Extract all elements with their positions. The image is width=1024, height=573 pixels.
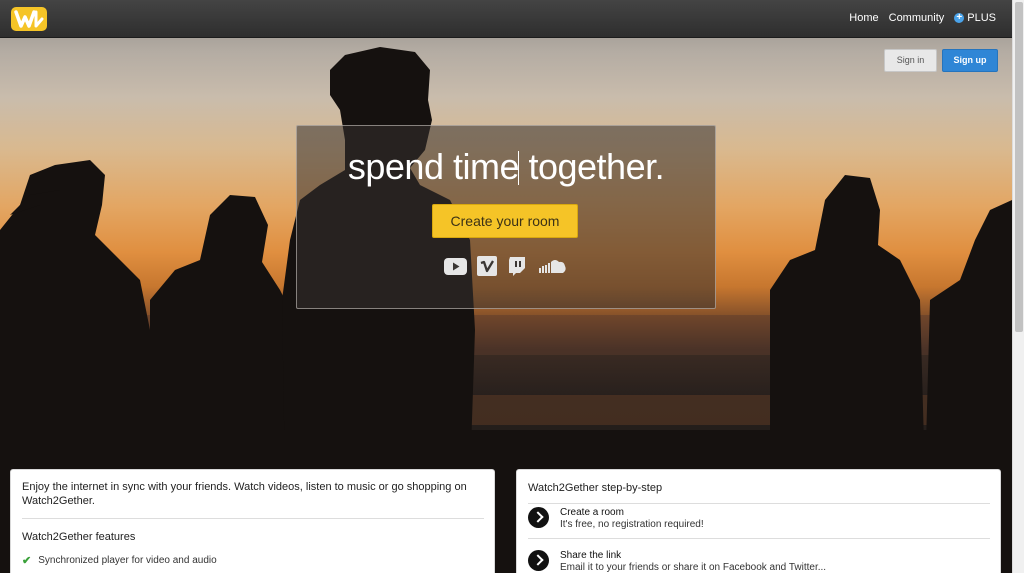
nav-community-link[interactable]: Community	[889, 12, 945, 24]
step-title: Share the link	[560, 550, 622, 561]
top-navigation-bar: Home Community + PLUS	[0, 0, 1012, 38]
nav-plus-link[interactable]: + PLUS	[954, 12, 996, 24]
step-item: Create a room It's free, no registration…	[528, 507, 704, 531]
soundcloud-icon	[537, 258, 567, 279]
arrow-circle-icon	[528, 550, 549, 571]
sign-in-button[interactable]: Sign in	[884, 49, 937, 72]
feature-label: Synchronized player for video and audio	[38, 555, 217, 566]
features-heading: Watch2Gether features	[22, 531, 136, 543]
hero-panel: spend time together. Create your room	[296, 125, 716, 309]
create-room-button[interactable]: Create your room	[432, 204, 578, 238]
features-intro-text: Enjoy the internet in sync with your fri…	[22, 481, 467, 507]
main-nav: Home Community + PLUS	[849, 12, 996, 24]
supported-services	[444, 256, 567, 281]
youtube-icon	[444, 257, 467, 280]
step-description: It's free, no registration required!	[560, 519, 704, 530]
plus-circle-icon: +	[954, 13, 965, 23]
divider	[22, 518, 484, 519]
scrollbar-thumb[interactable]	[1015, 2, 1023, 332]
page-scrollbar[interactable]	[1012, 0, 1024, 573]
nav-home-link[interactable]: Home	[849, 12, 878, 24]
sign-up-button[interactable]: Sign up	[942, 49, 998, 72]
twitch-icon	[507, 256, 527, 281]
steps-card: Watch2Gether step-by-step Create a room …	[516, 469, 1001, 573]
divider	[528, 503, 990, 504]
steps-heading: Watch2Gether step-by-step	[528, 482, 663, 494]
text-cursor-caret	[518, 151, 519, 185]
nav-plus-label: PLUS	[967, 12, 996, 24]
step-title: Create a room	[560, 507, 624, 518]
arrow-circle-icon	[528, 507, 549, 528]
check-icon: ✔	[22, 555, 32, 567]
hero-headline: spend time together.	[347, 146, 665, 187]
watch2gether-logo-icon[interactable]	[11, 7, 47, 31]
divider	[528, 538, 990, 539]
step-description: Email it to your friends or share it on …	[560, 562, 827, 573]
step-item: Share the link Email it to your friends …	[528, 550, 826, 573]
features-card: Enjoy the internet in sync with your fri…	[10, 469, 495, 573]
feature-item: ✔ Synchronized player for video and audi…	[22, 554, 217, 567]
vimeo-icon	[477, 256, 497, 281]
